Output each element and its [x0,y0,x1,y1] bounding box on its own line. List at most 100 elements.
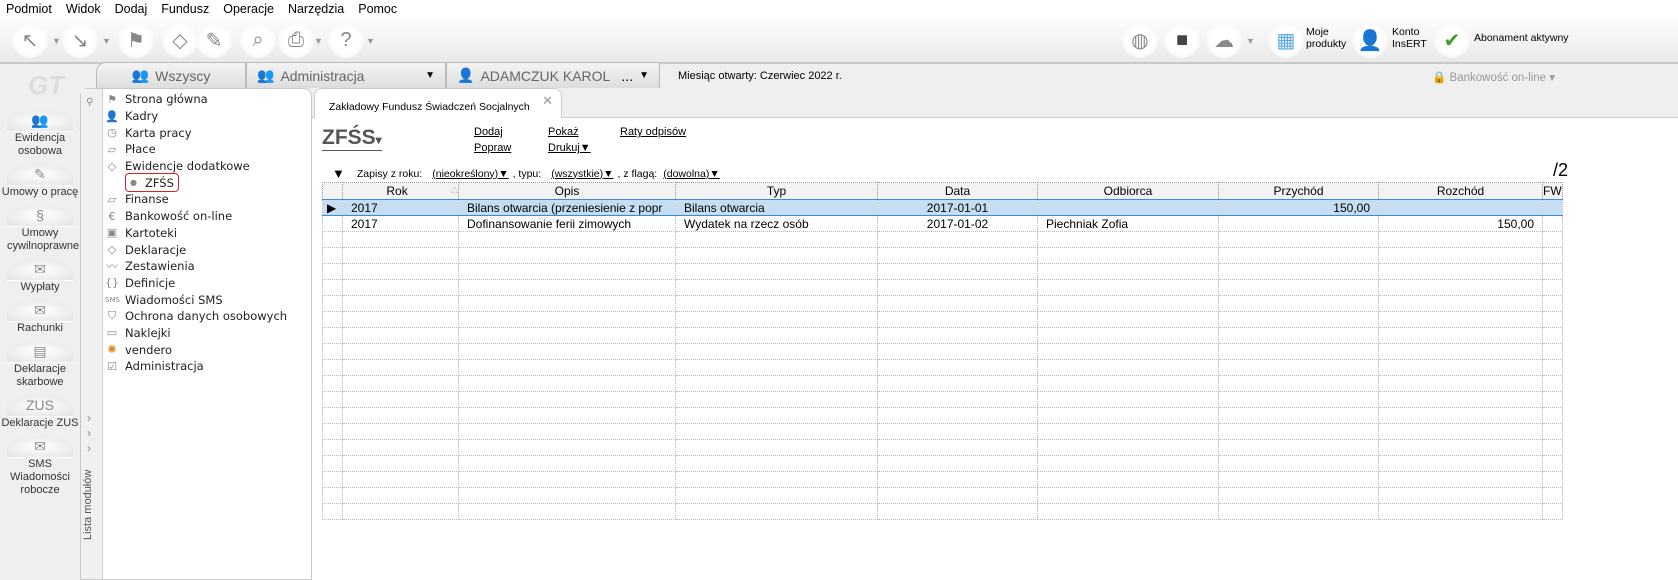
module-item[interactable]: ◷ Karta pracy [105,124,287,141]
online-banking-button[interactable]: 🔒 Bankowość on-line ▾ [1432,70,1555,84]
module-item[interactable]: € Bankowość on-line [105,208,287,225]
cell-rok[interactable]: 2017 [342,199,459,216]
cell-opis[interactable]: Dofinansowanie ferii zimowych [458,215,676,232]
cell-typ[interactable]: Bilans otwarcia [675,199,878,216]
cell-odbiorca[interactable]: Piechniak Zofia [1037,215,1219,232]
installments-link[interactable]: Raty odpisów [620,126,686,138]
cell-data[interactable]: 2017-01-01 [877,199,1038,216]
my-products-button[interactable]: Moje produkty [1306,26,1346,50]
module-wyplaty[interactable]: ✉ Wypłaty [0,259,80,294]
cell-rozchód[interactable]: 150,00 [1378,215,1543,232]
back-icon[interactable]: ↖ [12,22,48,58]
module-item[interactable]: ▭ Naklejki [105,325,287,342]
cell-data[interactable]: 2017-01-02 [877,215,1038,232]
print-link[interactable]: Drukuj▼ [548,142,591,154]
chevron-down-icon[interactable]: ▼ [314,36,323,46]
menu-pomoc[interactable]: Pomoc [358,0,397,18]
module-rachunki[interactable]: ✉ Rachunki [0,300,80,335]
column-fw[interactable]: FW [1542,182,1563,200]
column-rozchod[interactable]: Rozchód [1378,182,1543,200]
module-item[interactable]: ◇ Ewidencje dodatkowe [105,158,287,175]
year-filter-dropdown[interactable]: (nieokreślony)▼ [432,168,508,180]
menu-dodaj[interactable]: Dodaj [115,0,148,18]
cell-typ[interactable]: Wydatek na rzecz osób [675,215,878,232]
module-item[interactable]: SMS Wiadomości SMS [105,291,287,308]
chevron-down-icon[interactable]: ▼ [52,36,61,46]
module-umowy-cywilnoprawne[interactable]: § Umowy cywilnoprawne [0,205,80,253]
cell-przychód[interactable]: 150,00 [1218,199,1379,216]
globe-icon[interactable]: ◍ [1122,22,1158,58]
module-item[interactable]: ☑ Administracja [105,358,287,375]
cell-fw[interactable] [1542,215,1563,232]
show-link[interactable]: Pokaż [548,126,579,138]
tab-group[interactable]: 👥 Administracja ▼ [246,62,446,88]
menu-fundusz[interactable]: Fundusz [161,0,209,18]
account-button[interactable]: Konto InsERT [1392,26,1432,50]
chevron-down-icon[interactable]: ▼ [366,36,375,46]
module-item[interactable]: ⛉ Ochrona danych osobowych [105,308,287,325]
chevron-down-icon[interactable]: ▼ [102,36,111,46]
forward-icon[interactable]: ↘ [62,22,98,58]
document-tab[interactable]: Zakładowy Fundusz Świadczeń Socjalnych ✕ [314,88,562,118]
module-item[interactable]: ✺ vendero [105,341,287,358]
menu-operacje[interactable]: Operacje [223,0,274,18]
menu-narzedzia[interactable]: Narzędzia [288,0,344,18]
menu-podmiot[interactable]: Podmiot [6,0,52,18]
flag-filter-dropdown[interactable]: (dowolna)▼ [663,168,720,180]
cell-fw[interactable] [1542,199,1563,216]
pin-icon[interactable]: ⚲ [86,97,93,108]
document-icon[interactable]: ◇ [162,22,198,58]
help-icon[interactable]: ? [328,22,364,58]
edit-link[interactable]: Popraw [474,142,511,154]
column-opis[interactable]: Opis [458,182,676,200]
search-icon[interactable]: ⌕ [240,22,276,58]
menu-widok[interactable]: Widok [66,0,101,18]
page-title[interactable]: ZFŚS▾ [322,126,382,151]
module-item-zfss[interactable]: ● ZFŚS [105,173,287,193]
cell-przychód[interactable] [1218,215,1379,232]
column-odbiorca[interactable]: Odbiorca [1037,182,1219,200]
box-icon[interactable]: ■ [1164,22,1200,58]
module-item[interactable]: ▱ Finanse [105,191,287,208]
module-item[interactable]: ▱ Płace [105,141,287,158]
module-deklaracje-skarbowe[interactable]: ▤ Deklaracje skarbowe [0,341,80,389]
module-item[interactable]: ▣ Kartoteki [105,225,287,242]
module-sms[interactable]: ✉ SMS Wiadomości robocze [0,436,80,497]
printer-icon[interactable]: ⎙ [278,22,314,58]
cloud-icon[interactable]: ☁ [1206,22,1242,58]
module-umowy-o-prace[interactable]: ✎ Umowy o pracę [0,164,80,199]
edit-icon[interactable]: ✎ [196,22,232,58]
table-row[interactable]: ▶ 2017 Bilans otwarcia (przeniesienie z po… [322,199,1563,216]
expand-icons[interactable]: › › › [87,411,91,456]
cell-odbiorca[interactable] [1037,199,1219,216]
tab-person[interactable]: 👤 ADAMCZUK KAROL... ▼ [446,62,660,88]
cell-rozchód[interactable] [1378,199,1543,216]
module-item[interactable]: {} Definicje [105,275,287,292]
cell-opis[interactable]: Bilans otwarcia (przeniesienie z popr [458,199,676,216]
chevron-down-icon[interactable]: ▼ [425,70,435,81]
cell-rok[interactable]: 2017 [342,215,459,232]
more-button[interactable]: ... [621,68,633,84]
column-data[interactable]: Data [877,182,1038,200]
add-link[interactable]: Dodaj [474,126,503,138]
chevron-down-icon[interactable]: ▼ [639,70,649,81]
collapse-icon[interactable]: ▼ [332,166,345,181]
module-deklaracje-zus[interactable]: ZUS Deklaracje ZUS [0,395,80,430]
module-item[interactable]: 〰 Zestawienia [105,258,287,275]
module-item[interactable]: ⚑ Strona główna [105,91,287,108]
subscription-status[interactable]: Abonament aktywny [1474,32,1569,44]
chevron-down-icon[interactable]: ▼ [1246,36,1255,46]
module-item[interactable]: 👤 Kadry [105,108,287,125]
flag-icon[interactable]: ⚑ [118,22,154,58]
column-rok[interactable]: Rok △ [342,182,459,200]
account-icon[interactable]: 👤 [1352,22,1388,58]
type-filter-dropdown[interactable]: (wszystkie)▼ [551,168,613,180]
module-item[interactable]: ◇ Deklaracje [105,241,287,258]
module-ewidencja-osobowa[interactable]: 👥 Ewidencja osobowa [0,110,80,158]
tab-all[interactable]: 👥 Wszyscy [96,62,246,88]
close-icon[interactable]: ✕ [542,93,553,109]
column-przychod[interactable]: Przychód [1218,182,1379,200]
module-list-label[interactable]: Lista modułów [82,460,94,540]
column-typ[interactable]: Typ [675,182,878,200]
products-icon[interactable]: ▦ [1268,22,1304,58]
